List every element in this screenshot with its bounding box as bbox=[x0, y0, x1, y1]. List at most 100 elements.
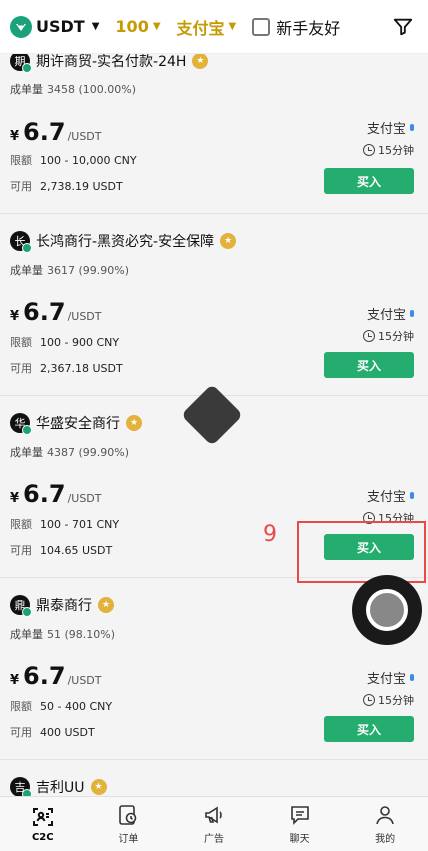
merchant-avatar: 鼎 bbox=[10, 595, 32, 617]
available-value: 2,738.19 USDT bbox=[40, 180, 123, 193]
profile-icon bbox=[376, 806, 394, 825]
deals-value: 4387 (99.90%) bbox=[47, 446, 130, 459]
usdt-logo-icon bbox=[10, 15, 32, 38]
merchant-row[interactable]: 期 期许商贸-实名付款-24H ★ bbox=[10, 54, 209, 73]
verified-medal-icon: ★ bbox=[192, 54, 209, 69]
payment-method-label: 支付宝 bbox=[366, 122, 406, 137]
payment-time-label: 15分钟 bbox=[378, 144, 414, 157]
payment-method: 支付宝 bbox=[367, 304, 414, 323]
buy-button[interactable]: 买入 bbox=[324, 168, 414, 194]
price-value: 6.7 bbox=[23, 662, 66, 690]
tab-label: 聊天 bbox=[289, 834, 310, 845]
merchant-avatar: 华 bbox=[10, 413, 32, 435]
merchant-name: 吉利UU bbox=[36, 780, 85, 796]
price-unit: /USDT bbox=[67, 492, 102, 505]
payment-time-label: 15分钟 bbox=[378, 330, 414, 343]
buy-button[interactable]: 买入 bbox=[324, 716, 414, 742]
c2c-icon bbox=[32, 808, 53, 826]
merchant-row[interactable]: 吉 吉利UU ★ bbox=[10, 777, 107, 796]
annotation-highlight-box bbox=[297, 521, 426, 583]
verified-medal-icon: ★ bbox=[98, 597, 114, 613]
amount-label: 100 bbox=[115, 17, 149, 36]
available-row: 可用 2,367.18 USDT bbox=[10, 360, 123, 376]
filter-icon[interactable] bbox=[392, 16, 414, 38]
currency-symbol: ¥ bbox=[10, 309, 20, 324]
price-row: ¥ 6.7 /USDT bbox=[10, 662, 102, 690]
merchant-row[interactable]: 鼎 鼎泰商行 ★ bbox=[10, 595, 114, 617]
tab-chat[interactable]: 聊天 bbox=[257, 797, 343, 851]
limit-value: 100 - 900 CNY bbox=[40, 336, 120, 349]
newbie-checkbox[interactable] bbox=[252, 17, 271, 36]
buy-button[interactable]: 买入 bbox=[324, 352, 414, 378]
coin-selector[interactable]: USDT ▼ bbox=[10, 15, 100, 38]
offer-card: 长 长鸿商行-黑资必究-安全保障 ★ 成单量 3617 (99.90%) ¥ 6.… bbox=[0, 214, 428, 396]
tab-c2c[interactable]: C2C bbox=[0, 797, 86, 851]
available-row: 可用 104.65 USDT bbox=[10, 542, 112, 558]
alipay-dot-icon bbox=[410, 310, 414, 317]
deals-value: 51 (98.10%) bbox=[47, 628, 116, 641]
deals-row: 成单量 4387 (99.90%) bbox=[10, 444, 129, 460]
available-row: 可用 2,738.19 USDT bbox=[10, 178, 123, 194]
amount-filter[interactable]: 100 ▼ bbox=[115, 17, 160, 36]
caret-down-icon: ▼ bbox=[91, 21, 100, 32]
limit-row: 限额 100 - 900 CNY bbox=[10, 334, 119, 350]
deals-key: 成单量 bbox=[10, 264, 43, 277]
price-row: ¥ 6.7 /USDT bbox=[10, 298, 102, 326]
currency-symbol: ¥ bbox=[10, 491, 20, 506]
deals-row: 成单量 3458 (100.00%) bbox=[10, 81, 136, 97]
assistive-touch-button[interactable] bbox=[352, 575, 422, 645]
price-unit: /USDT bbox=[67, 310, 102, 323]
price-value: 6.7 bbox=[23, 118, 66, 146]
clock-icon bbox=[363, 330, 375, 342]
tab-ads[interactable]: 广告 bbox=[171, 797, 257, 851]
alipay-dot-icon bbox=[410, 124, 414, 131]
available-key: 可用 bbox=[10, 362, 32, 375]
payment-method: 支付宝 bbox=[367, 668, 414, 687]
merchant-name: 期许商贸-实名付款-24H bbox=[36, 54, 187, 70]
megaphone-icon bbox=[205, 806, 222, 824]
deals-row: 成单量 51 (98.10%) bbox=[10, 626, 115, 642]
alipay-dot-icon bbox=[410, 674, 414, 681]
merchant-row[interactable]: 长 长鸿商行-黑资必究-安全保障 ★ bbox=[10, 231, 237, 253]
payment-time-label: 15分钟 bbox=[378, 694, 414, 707]
merchant-name: 长鸿商行-黑资必究-安全保障 bbox=[36, 234, 215, 250]
limit-value: 100 - 701 CNY bbox=[40, 518, 120, 531]
available-key: 可用 bbox=[10, 180, 32, 193]
payment-method: 支付宝 bbox=[367, 486, 414, 505]
price-row: ¥ 6.7 /USDT bbox=[10, 118, 102, 146]
tab-label: C2C bbox=[31, 832, 54, 843]
merchant-name: 鼎泰商行 bbox=[36, 598, 92, 614]
chat-icon bbox=[290, 806, 309, 825]
tab-label: 订单 bbox=[118, 834, 139, 845]
verified-medal-icon: ★ bbox=[90, 779, 107, 795]
clock-icon bbox=[363, 694, 375, 706]
offer-card: 期 期许商贸-实名付款-24H ★ 成单量 3458 (100.00%) ¥ 6.… bbox=[0, 54, 428, 214]
available-row: 可用 400 USDT bbox=[10, 724, 95, 740]
tab-label: 广告 bbox=[203, 834, 224, 845]
available-key: 可用 bbox=[10, 726, 32, 739]
price-unit: /USDT bbox=[67, 130, 102, 143]
available-value: 2,367.18 USDT bbox=[40, 362, 123, 375]
payment-method-label: 支付宝 bbox=[366, 672, 406, 687]
limit-key: 限额 bbox=[10, 336, 32, 349]
merchant-row[interactable]: 华 华盛安全商行 ★ bbox=[10, 413, 142, 435]
deals-key: 成单量 bbox=[10, 628, 43, 641]
payment-filter[interactable]: 支付宝 ▼ bbox=[177, 15, 237, 39]
price-unit: /USDT bbox=[67, 674, 102, 687]
orders-icon bbox=[119, 805, 137, 825]
tab-orders[interactable]: 订单 bbox=[86, 797, 172, 851]
newbie-friendly-toggle[interactable]: 新手友好 bbox=[252, 15, 340, 39]
deals-value: 3458 (100.00%) bbox=[47, 83, 137, 96]
limit-key: 限额 bbox=[10, 700, 32, 713]
tab-profile[interactable]: 我的 bbox=[342, 797, 428, 851]
limit-row: 限额 100 - 10,000 CNY bbox=[10, 152, 137, 168]
payment-time: 15分钟 bbox=[363, 142, 414, 158]
payment-time: 15分钟 bbox=[363, 328, 414, 344]
merchant-name: 华盛安全商行 bbox=[36, 416, 120, 432]
merchant-avatar: 吉 bbox=[10, 777, 32, 796]
verified-medal-icon: ★ bbox=[220, 233, 237, 249]
limit-row: 限额 100 - 701 CNY bbox=[10, 516, 119, 532]
offer-card: 吉 吉利UU ★ bbox=[0, 760, 428, 796]
alipay-dot-icon bbox=[410, 492, 414, 499]
currency-symbol: ¥ bbox=[10, 673, 20, 688]
